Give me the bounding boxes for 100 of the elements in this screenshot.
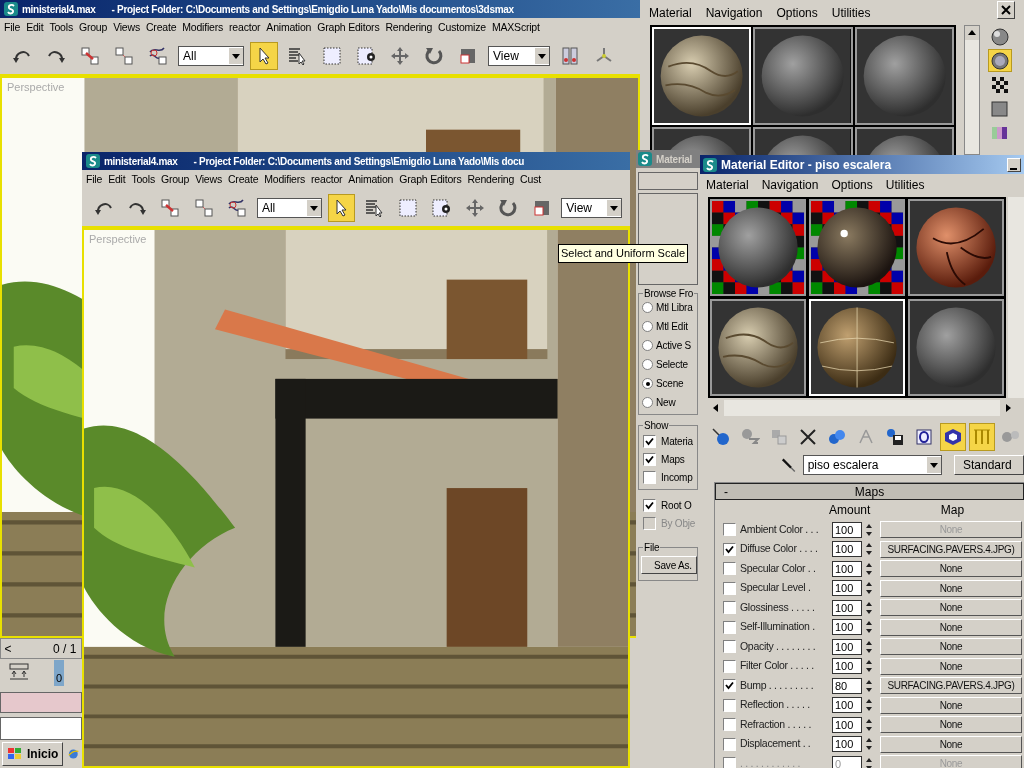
radio-button[interactable] — [642, 302, 653, 313]
frame-marker[interactable]: 0 — [54, 660, 64, 687]
map-button[interactable]: None — [880, 560, 1022, 578]
menu-item[interactable]: Navigation — [761, 175, 819, 194]
menu-item[interactable]: Tools — [131, 172, 155, 188]
amount-field[interactable]: 100 — [832, 697, 862, 714]
menu-item[interactable]: Views — [195, 172, 222, 188]
checkbox[interactable] — [723, 718, 736, 732]
previous-frame-button[interactable]: < — [1, 639, 15, 658]
checkbox[interactable] — [643, 453, 656, 466]
menu-item[interactable]: Graph Editors — [317, 20, 380, 36]
eyedropper-icon[interactable] — [780, 456, 797, 474]
radio-button[interactable] — [642, 359, 653, 370]
menu-item[interactable]: Create — [145, 20, 177, 36]
map-button[interactable]: None — [880, 579, 1022, 597]
vertical-scrollbar[interactable] — [1008, 197, 1024, 398]
map-button[interactable]: None — [880, 735, 1022, 753]
dropdown[interactable]: piso escalera — [802, 455, 942, 475]
menu-item[interactable]: Group — [78, 20, 108, 36]
amount-field[interactable]: 100 — [832, 619, 862, 636]
menu-item[interactable]: Material — [706, 175, 749, 194]
dropdown[interactable]: View — [488, 46, 550, 66]
checkbox[interactable] — [723, 698, 736, 712]
checkbox[interactable] — [643, 471, 656, 484]
menu-item[interactable]: reactor — [229, 20, 261, 36]
checkbox[interactable] — [723, 581, 736, 595]
rollout-toggle[interactable]: - — [724, 482, 728, 501]
radio-button[interactable] — [642, 340, 653, 351]
menu-item[interactable]: Navigation — [705, 3, 763, 22]
map-button[interactable]: None — [880, 599, 1022, 617]
menu-item[interactable]: Animation — [348, 172, 394, 188]
menu-item[interactable]: Customize — [438, 20, 486, 36]
menu-item[interactable]: Graph Editors — [399, 172, 462, 188]
menu-item[interactable]: Views — [113, 20, 140, 36]
amount-field[interactable]: 100 — [832, 541, 862, 558]
spinner-icon[interactable] — [864, 561, 874, 576]
spinner-icon[interactable] — [864, 717, 874, 732]
menu-item[interactable]: reactor — [311, 172, 343, 188]
amount-field[interactable]: 100 — [832, 716, 862, 733]
checkbox[interactable] — [723, 601, 736, 615]
menu-item[interactable]: Modifiers — [182, 20, 224, 36]
radio-button[interactable] — [642, 397, 653, 408]
spinner-icon[interactable] — [864, 659, 874, 674]
radio-button[interactable] — [642, 378, 653, 389]
map-button[interactable]: None — [880, 716, 1022, 734]
checkbox[interactable] — [723, 640, 736, 654]
checkbox[interactable] — [723, 659, 736, 673]
material-type-button[interactable]: Standard — [954, 455, 1024, 475]
checkbox[interactable] — [723, 542, 736, 556]
amount-field[interactable]: 100 — [832, 580, 862, 597]
checkbox[interactable] — [723, 737, 736, 751]
map-button[interactable]: None — [880, 618, 1022, 636]
menu-item[interactable]: Options — [831, 175, 873, 194]
menu-item[interactable]: Rendering — [467, 172, 515, 188]
map-button[interactable]: SURFACING.PAVERS.4.JPG) — [880, 677, 1022, 695]
menu-item[interactable]: Material — [649, 3, 692, 22]
spinner-icon[interactable] — [864, 581, 874, 596]
rollout-header[interactable]: - Maps — [715, 483, 1024, 500]
spinner-icon[interactable] — [864, 756, 874, 768]
listener-field[interactable] — [0, 691, 82, 713]
menu-item[interactable]: Rendering — [385, 20, 433, 36]
checkbox[interactable] — [723, 679, 736, 693]
map-button[interactable]: SURFACING.PAVERS.4.JPG) — [880, 540, 1022, 558]
amount-field[interactable]: 100 — [832, 736, 862, 753]
checkbox[interactable] — [643, 435, 656, 448]
spinner-icon[interactable] — [864, 639, 874, 654]
radio-button[interactable] — [642, 321, 653, 332]
spinner-icon[interactable] — [864, 542, 874, 557]
search-field[interactable] — [638, 172, 698, 190]
tool-button[interactable] — [939, 423, 966, 451]
menu-item[interactable]: File — [4, 20, 21, 36]
dropdown[interactable]: All — [256, 198, 322, 218]
menu-item[interactable]: Create — [227, 172, 259, 188]
minimize-button[interactable] — [1007, 157, 1021, 172]
spinner-icon[interactable] — [864, 600, 874, 615]
menu-item[interactable]: Group — [160, 172, 190, 188]
save-as-button[interactable]: Save As. — [641, 556, 697, 574]
map-button[interactable]: None — [880, 696, 1022, 714]
amount-field[interactable]: 100 — [832, 638, 862, 655]
spinner-icon[interactable] — [864, 698, 874, 713]
dropdown[interactable]: All — [178, 46, 244, 66]
map-button[interactable]: None — [880, 657, 1022, 675]
map-button[interactable]: None — [880, 638, 1022, 656]
menu-item[interactable]: Options — [776, 3, 818, 22]
menu-item[interactable]: MAXScript — [491, 20, 540, 36]
amount-field[interactable]: 100 — [832, 658, 862, 675]
menu-item[interactable]: Modifiers — [264, 172, 306, 188]
menu-item[interactable]: Utilities — [831, 3, 871, 22]
menu-item[interactable]: Edit — [108, 172, 126, 188]
menu-item[interactable]: File — [86, 172, 103, 188]
tool-button[interactable] — [327, 194, 355, 222]
checkbox[interactable] — [723, 562, 736, 576]
close-button[interactable] — [997, 0, 1015, 19]
start-button[interactable]: Inicio — [2, 742, 64, 766]
checkbox[interactable] — [643, 499, 656, 512]
checkbox[interactable] — [723, 620, 736, 634]
spinner-icon[interactable] — [864, 737, 874, 752]
menu-item[interactable]: Edit — [26, 20, 44, 36]
menu-item[interactable]: Cust — [520, 172, 541, 188]
amount-field[interactable]: 80 — [832, 677, 862, 694]
